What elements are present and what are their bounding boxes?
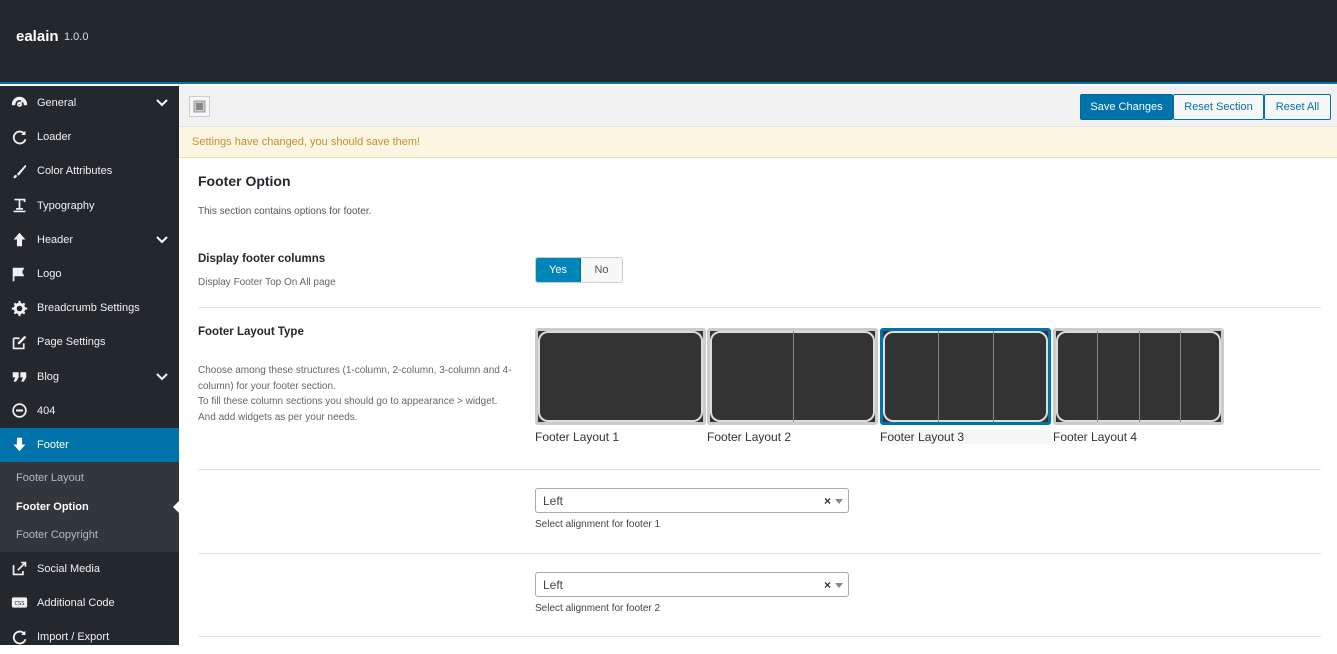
submenu-item-footer-option[interactable]: Footer Option (0, 493, 179, 522)
layout-type-sublabel: Choose among these structures (1-column,… (198, 365, 512, 423)
sidebar-item-label: Import / Export (37, 631, 110, 644)
unsaved-notice: Settings have changed, you should save t… (179, 127, 1337, 158)
layout-preview (707, 328, 878, 425)
sidebar-item-label: 404 (37, 404, 56, 417)
layout-caption: Footer Layout 3 (880, 430, 1051, 444)
select-value: Left (543, 493, 564, 508)
footer-2-alignment-help: Select alignment for footer 2 (535, 603, 661, 614)
edit-icon (10, 333, 28, 351)
sidebar-item-label: Breadcrumb Settings (37, 302, 140, 315)
sidebar-item-label: Blog (37, 370, 60, 383)
dashboard-icon (10, 94, 28, 112)
svg-text:CSS: CSS (14, 601, 24, 607)
sidebar-item-blog[interactable]: Blog (0, 360, 179, 394)
display-columns-label: Display footer columns (198, 253, 326, 265)
app-name: ealain (16, 28, 59, 45)
toggle-yes-button[interactable]: Yes (536, 258, 581, 282)
layout-caption: Footer Layout 2 (707, 430, 792, 444)
footer-submenu: Footer Layout Footer Option Footer Copyr… (0, 462, 179, 552)
share-icon (10, 560, 28, 578)
expand-options-button[interactable] (189, 96, 210, 117)
sidebar-item-label: Typography (37, 199, 95, 212)
submenu-item-footer-copyright[interactable]: Footer Copyright (0, 521, 179, 550)
sidebar-item-breadcrumb-settings[interactable]: Breadcrumb Settings (0, 291, 179, 325)
dropdown-arrow-icon[interactable] (835, 583, 843, 588)
sidebar-item-label: Header (37, 233, 74, 246)
reset-all-button[interactable]: Reset All (1264, 94, 1331, 120)
dropdown-arrow-icon[interactable] (835, 499, 843, 504)
toggle-no-button[interactable]: No (581, 258, 622, 282)
refresh-icon (10, 128, 28, 146)
footer-layout-option-1[interactable]: Footer Layout 1 (535, 328, 706, 448)
layout-caption: Footer Layout 1 (535, 430, 620, 444)
layout-preview (1053, 328, 1224, 425)
css-icon: CSS (10, 594, 28, 612)
chevron-down-icon[interactable] (155, 233, 169, 247)
sidebar-item-label: Additional Code (37, 596, 115, 609)
sidebar-item-label: Footer (37, 438, 69, 451)
sidebar-item-logo[interactable]: Logo (0, 257, 179, 291)
minus-circle-icon (10, 402, 28, 420)
layout-caption: Footer Layout 4 (1053, 430, 1138, 444)
footer-2-alignment-select[interactable]: Left × (535, 572, 849, 597)
footer-layout-option-3[interactable]: Footer Layout 3 (880, 328, 1051, 448)
display-columns-toggle: Yes No (535, 257, 623, 283)
display-columns-sublabel: Display Footer Top On All page (198, 277, 336, 288)
footer-1-alignment-help: Select alignment for footer 1 (535, 519, 661, 530)
sidebar-item-typography[interactable]: Typography (0, 189, 179, 223)
submenu-item-footer-layout[interactable]: Footer Layout (0, 464, 179, 493)
layout-preview (880, 328, 1051, 425)
layout-preview (535, 328, 706, 425)
text-icon (10, 197, 28, 215)
sidebar-item-label: Logo (37, 268, 62, 281)
layout-type-label: Footer Layout Type (198, 326, 304, 338)
sidebar-item-footer[interactable]: Footer (0, 427, 179, 463)
sidebar-item-label: Color Attributes (37, 165, 113, 178)
sidebar-item-404[interactable]: 404 (0, 394, 179, 428)
toolbar: Save Changes Reset Section Reset All (179, 86, 1337, 127)
sidebar-item-general[interactable]: General (0, 86, 179, 120)
reset-section-button[interactable]: Reset Section (1173, 94, 1264, 120)
sidebar-item-label: Loader (37, 131, 72, 144)
brush-icon (10, 162, 28, 180)
footer-layout-option-4[interactable]: Footer Layout 4 (1053, 328, 1224, 448)
select-value: Left (543, 577, 564, 592)
clear-icon[interactable]: × (824, 578, 831, 592)
sidebar-item-social-media[interactable]: Social Media (0, 552, 179, 586)
sidebar-item-label: Social Media (37, 562, 100, 575)
sidebar-item-label: Page Settings (37, 336, 106, 349)
sidebar-item-page-settings[interactable]: Page Settings (0, 325, 179, 359)
footer-1-alignment-select[interactable]: Left × (535, 488, 849, 513)
chevron-down-icon[interactable] (155, 96, 169, 110)
section-description: This section contains options for footer… (198, 206, 372, 217)
flag-icon (10, 265, 28, 283)
quote-icon (10, 368, 28, 386)
sidebar-item-additional-code[interactable]: CSS Additional Code (0, 586, 179, 620)
chevron-down-icon[interactable] (155, 370, 169, 384)
sidebar: General Loader Color Attributes Typograp… (0, 86, 179, 645)
sidebar-item-header[interactable]: Header (0, 223, 179, 257)
gear-icon (10, 299, 28, 317)
arrow-down-icon (10, 436, 28, 454)
clear-icon[interactable]: × (824, 494, 831, 508)
divider (198, 553, 1321, 554)
divider (198, 307, 1321, 308)
sidebar-item-color-attributes[interactable]: Color Attributes (0, 154, 179, 188)
arrow-up-icon (10, 231, 28, 249)
divider (198, 469, 1321, 470)
top-bar: ealain 1.0.0 (0, 0, 1337, 84)
footer-layout-option-2[interactable]: Footer Layout 2 (707, 328, 878, 448)
save-changes-button[interactable]: Save Changes (1080, 94, 1173, 120)
expand-icon (193, 100, 206, 113)
main-panel: Save Changes Reset Section Reset All Set… (179, 86, 1337, 645)
sidebar-item-label: General (37, 97, 77, 110)
sidebar-item-import-export[interactable]: Import / Export (0, 620, 179, 654)
divider (198, 636, 1321, 637)
refresh-icon (10, 628, 28, 646)
app-version: 1.0.0 (64, 31, 89, 43)
sidebar-item-loader[interactable]: Loader (0, 120, 179, 154)
section-title: Footer Option (198, 173, 291, 189)
